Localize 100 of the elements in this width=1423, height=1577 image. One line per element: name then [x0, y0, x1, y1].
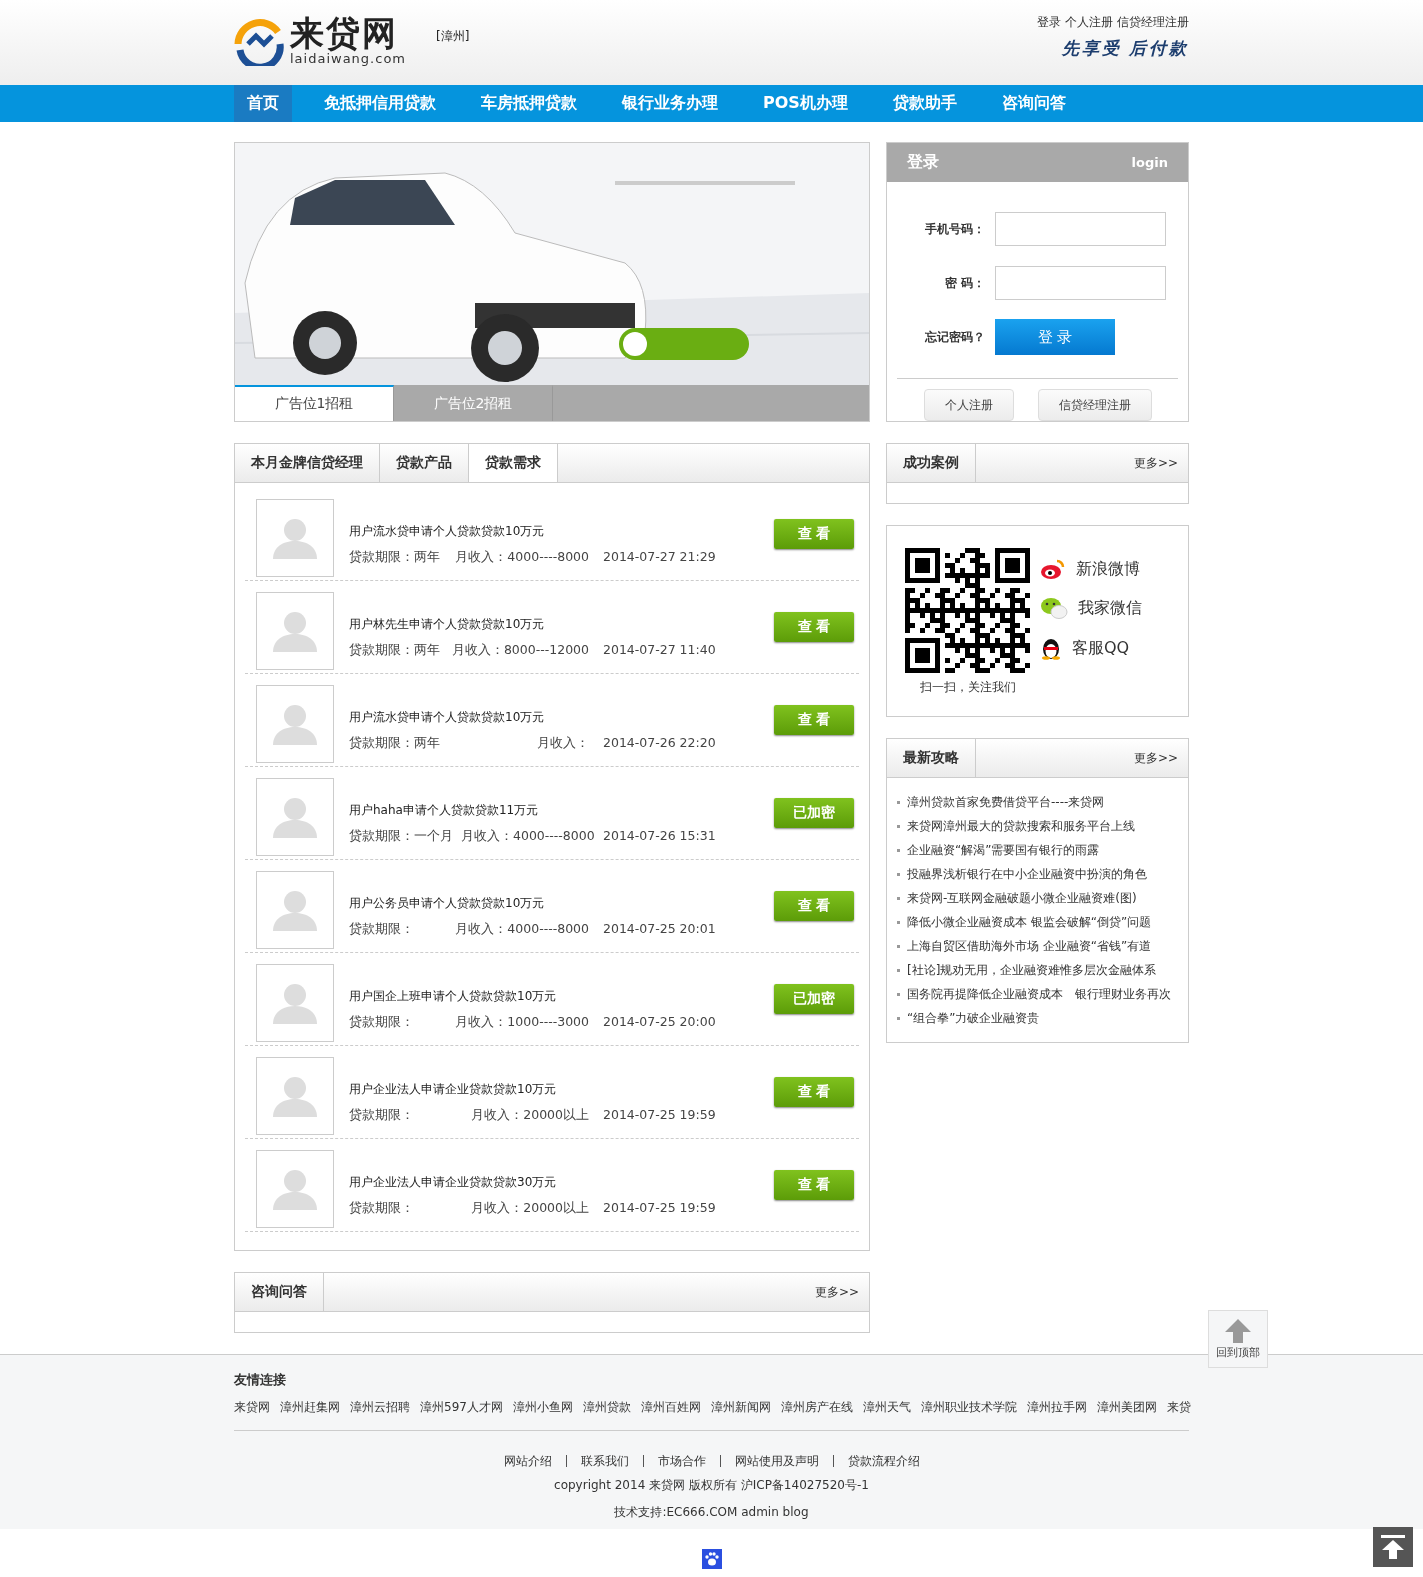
article-link[interactable]: “组合拳”力破企业融资贵 — [907, 1009, 1040, 1027]
article-link[interactable]: 上海自贸区借助海外市场 企业融资“省钱”有道 — [907, 937, 1152, 955]
login-subtitle: login — [1131, 155, 1168, 170]
loan-term: 贷款期限：两年 — [349, 642, 440, 659]
bullet-icon — [897, 968, 900, 972]
loan-title[interactable]: 用户企业法人申请企业贷款贷款30万元 — [349, 1174, 716, 1191]
article-link[interactable]: 企业融资“解渴”需要国有银行的雨露 — [907, 841, 1100, 859]
loan-title[interactable]: 用户流水贷申请个人贷款贷款10万元 — [349, 709, 716, 726]
loan-income: 月收入：4000----8000 — [461, 828, 595, 845]
arrow-up-icon — [1380, 1534, 1406, 1560]
friend-link[interactable]: 漳州职业技术学院 — [920, 1399, 1017, 1416]
panel-tab[interactable]: 最新攻略 — [887, 739, 976, 777]
scroll-top-button[interactable] — [1373, 1527, 1413, 1567]
friend-link[interactable]: 漳州赶集网 — [280, 1399, 340, 1416]
friend-link[interactable]: 漳州贷款 — [582, 1399, 631, 1416]
bullet-icon — [897, 944, 900, 948]
panel-tab[interactable]: 贷款需求 — [469, 444, 558, 482]
loan-term: 贷款期限：两年 — [349, 735, 440, 752]
friend-link[interactable]: 来贷 — [1166, 1399, 1191, 1416]
loan-income: 月收入：4000----8000 — [455, 549, 589, 566]
bullet-icon — [897, 848, 900, 852]
friend-link[interactable]: 漳州新闻网 — [710, 1399, 771, 1416]
login-title: 登录 — [907, 152, 939, 173]
back-to-top-button[interactable]: 回到顶部 — [1208, 1310, 1268, 1368]
footer-link[interactable]: 网站介绍 — [489, 1455, 566, 1467]
field-label: 密 码： — [943, 274, 986, 292]
friend-link[interactable]: 漳州百姓网 — [640, 1399, 701, 1416]
loan-title[interactable]: 用户林先生申请个人贷款贷款10万元 — [349, 616, 716, 633]
loan-title[interactable]: 用户国企上班申请个人贷款贷款10万元 — [349, 988, 716, 1005]
footer-link[interactable]: 贷款流程介绍 — [832, 1455, 934, 1467]
friend-link[interactable]: 漳州云招聘 — [350, 1399, 410, 1416]
bullet-icon — [897, 824, 900, 828]
top-link[interactable]: 登录 — [1037, 14, 1061, 31]
loan-income: 月收入： — [537, 735, 589, 752]
loan-income: 月收入：8000---12000 — [451, 642, 589, 659]
arrow-up-icon — [1225, 1318, 1251, 1343]
field-label: 手机号码： — [924, 220, 986, 238]
bullet-icon — [897, 800, 900, 804]
loan-title[interactable]: 用户公务员申请个人贷款贷款10万元 — [349, 895, 716, 912]
loan-term: 贷款期限： — [349, 1014, 414, 1031]
login-button[interactable]: 登 录 — [995, 319, 1115, 355]
article-link[interactable]: 漳州贷款首家免费借贷平台----来贷网 — [907, 793, 1105, 811]
loan-time: 2014-07-25 20:01 — [603, 921, 716, 938]
loan-time: 2014-07-25 20:00 — [603, 1014, 716, 1031]
forgot-password-link[interactable]: 忘记密码？ — [897, 328, 995, 346]
register-button[interactable]: 个人注册 — [923, 389, 1014, 421]
social-link[interactable]: 新浪微博 — [1040, 558, 1142, 580]
input-field[interactable] — [995, 212, 1166, 246]
loan-title[interactable]: 用户haha申请个人贷款贷款11万元 — [349, 802, 716, 819]
loan-term: 贷款期限：两年 — [349, 549, 440, 566]
input-field[interactable] — [995, 266, 1166, 300]
social-link[interactable]: 我家微信 — [1040, 596, 1142, 620]
article-link[interactable]: 投融界浅析银行在中小企业融资中扮演的角色 — [907, 865, 1147, 883]
loan-time: 2014-07-26 15:31 — [603, 828, 716, 845]
friend-link[interactable]: 漳州597人才网 — [420, 1399, 503, 1416]
friend-link[interactable]: 漳州房产在线 — [780, 1399, 853, 1416]
friend-link[interactable]: 漳州拉手网 — [1026, 1399, 1087, 1416]
footer-link[interactable]: 联系我们 — [565, 1455, 643, 1467]
city-label: [漳州] — [436, 28, 470, 45]
top-link[interactable]: 个人注册 — [1065, 14, 1113, 31]
friend-link[interactable]: 漳州美团网 — [1096, 1399, 1157, 1416]
loan-title[interactable]: 用户企业法人申请企业贷款贷款10万元 — [349, 1081, 716, 1098]
more-link[interactable]: 更多>> — [814, 1273, 869, 1311]
article-link[interactable]: 来贷网-互联网金融破题小微企业融资难(图) — [907, 889, 1137, 907]
logo-name: 来贷网 — [290, 14, 399, 51]
top-link[interactable]: 信贷经理注册 — [1117, 14, 1189, 31]
article-link[interactable]: 来贷网漳州最大的贷款搜索和服务平台上线 — [907, 817, 1135, 835]
support-text: 技术支持:EC666.COM admin blog — [613, 1504, 810, 1521]
loan-time: 2014-07-27 21:29 — [603, 549, 716, 566]
paw-icon[interactable] — [701, 1549, 722, 1569]
friend-link[interactable]: 漳州小鱼网 — [512, 1399, 573, 1416]
banner-tab[interactable]: 广告位1招租 — [235, 385, 394, 421]
loan-income: 月收入：20000以上 — [471, 1107, 589, 1124]
loan-time: 2014-07-26 22:20 — [603, 735, 716, 752]
loan-term: 贷款期限： — [349, 921, 414, 938]
article-link[interactable]: [社论]规劝无用，企业融资难惟多层次金融体系 — [907, 961, 1157, 979]
loan-term: 贷款期限： — [349, 1200, 414, 1217]
more-link[interactable]: 更多>> — [1133, 444, 1188, 482]
bullet-icon — [897, 1016, 900, 1020]
social-link[interactable]: 客服QQ — [1040, 636, 1142, 660]
weibo-icon — [1040, 558, 1066, 580]
footer-link[interactable]: 网站使用及声明 — [719, 1455, 833, 1467]
panel-tab[interactable]: 成功案例 — [887, 444, 976, 482]
bullet-icon — [897, 872, 900, 876]
loan-income: 月收入：20000以上 — [471, 1200, 589, 1217]
friend-link[interactable]: 来贷网 — [234, 1399, 270, 1416]
article-link[interactable]: 降低小微企业融资成本 银监会破解“倒贷”问题 — [907, 913, 1152, 931]
penguin-icon — [1040, 636, 1062, 660]
register-button[interactable]: 信贷经理注册 — [1037, 389, 1152, 421]
bullet-icon — [897, 920, 900, 924]
friend-links-title: 友情连接 — [234, 1371, 287, 1389]
nav-item[interactable]: 首页 — [234, 85, 292, 122]
footer-link[interactable]: 市场合作 — [642, 1455, 720, 1467]
article-link[interactable]: 国务院再提降低企业融资成本 银行理财业务再次 — [907, 985, 1171, 1003]
friend-link[interactable]: 漳州天气 — [862, 1399, 911, 1416]
panel-tab[interactable]: 咨询问答 — [235, 1273, 324, 1311]
more-link[interactable]: 更多>> — [1133, 739, 1188, 777]
bullet-icon — [897, 992, 900, 996]
loan-title[interactable]: 用户流水贷申请个人贷款贷款10万元 — [349, 523, 716, 540]
panel-tab[interactable]: 本月金牌信贷经理 — [235, 444, 380, 482]
